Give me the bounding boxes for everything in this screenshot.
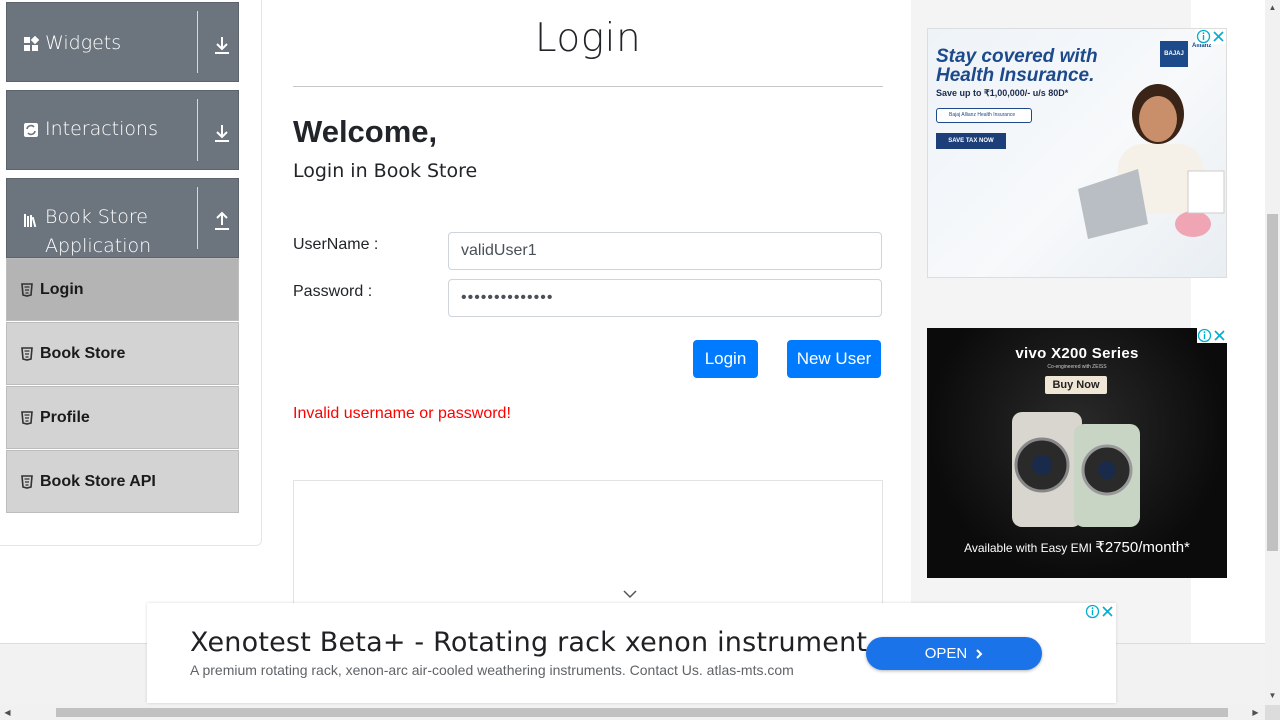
group-interactions[interactable]: Interactions (6, 90, 239, 170)
sidebar-item-label: Book Store API (40, 472, 156, 490)
ad-headline-2: Health Insurance. (936, 65, 1095, 86)
group-interactions-label: Interactions (45, 118, 158, 140)
sidebar-item-label: Login (40, 280, 84, 298)
ad-close-icon[interactable] (1100, 604, 1115, 619)
username-input[interactable] (448, 232, 882, 270)
sidebar-item-book-store[interactable]: Book Store (6, 322, 239, 385)
ad-close-icon[interactable] (1211, 29, 1226, 44)
html5-icon (21, 474, 33, 489)
username-label: UserName : (293, 236, 379, 253)
vertical-scroll-thumb[interactable] (1267, 214, 1278, 551)
output-panel (293, 480, 883, 620)
sidebar-item-book-store-api[interactable]: Book Store API (6, 450, 239, 513)
upload-arrow-icon[interactable] (212, 210, 232, 232)
password-input[interactable] (448, 279, 882, 317)
ad-info-icon[interactable] (1085, 604, 1100, 619)
group-book-store-label-line2: Application (45, 235, 152, 257)
scroll-down-icon[interactable]: ▼ (1265, 688, 1280, 703)
error-message: Invalid username or password! (293, 405, 511, 422)
ad-brand-logo: BAJAJ (1160, 41, 1188, 67)
divider (197, 11, 198, 73)
bottom-ad-open-button[interactable]: OPEN (866, 637, 1042, 670)
login-button[interactable]: Login (693, 340, 758, 378)
sidebar-item-profile[interactable]: Profile (6, 386, 239, 449)
books-icon (24, 214, 37, 228)
chevron-right-icon (976, 648, 983, 659)
html5-icon (21, 410, 33, 425)
ad-emi-price: ₹2750/month* (1095, 539, 1190, 556)
html5-icon (21, 346, 33, 361)
vivo-phone-ad[interactable]: vivo X200 Series Co-engineered with ZEIS… (927, 328, 1227, 578)
phone-image (1012, 412, 1140, 527)
interactions-icon (24, 123, 38, 137)
download-arrow-icon[interactable] (212, 34, 232, 56)
group-widgets[interactable]: Widgets (6, 2, 239, 82)
divider (197, 99, 198, 161)
html5-icon (21, 282, 33, 297)
bottom-ad-description: A premium rotating rack, xenon-arc air-c… (190, 662, 794, 678)
horizontal-scrollbar[interactable]: ◀ ▶ (0, 705, 1265, 720)
ad-cta-button[interactable]: SAVE TAX NOW (936, 133, 1006, 149)
login-subtitle: Login in Book Store (293, 160, 478, 182)
group-widgets-label: Widgets (45, 32, 122, 54)
ad-offer: Save up to ₹1,00,000/- u/s 80D* (936, 88, 1069, 98)
welcome-heading: Welcome, (293, 114, 438, 149)
ad-info-icon[interactable] (1196, 29, 1211, 44)
title-divider (293, 86, 883, 87)
left-panel: Widgets Interactions Book Store Applicat… (0, 0, 262, 546)
page-title: Login (534, 16, 642, 61)
open-button-label: OPEN (924, 645, 968, 662)
ad-info-icon[interactable] (1197, 328, 1212, 343)
ad-headline-1: Stay covered with (936, 46, 1098, 67)
bottom-banner-ad[interactable]: Xenotest Beta+ - Rotating rack xenon ins… (147, 603, 1116, 703)
ad-buy-now-button[interactable]: Buy Now (1045, 376, 1107, 394)
ad-vivo-subtitle: Co-engineered with ZEISS (1047, 364, 1107, 370)
sidebar-item-label: Book Store (40, 344, 126, 362)
sidebar-item-label: Profile (40, 408, 90, 426)
ad-vivo-title: vivo X200 Series (1015, 345, 1139, 362)
horizontal-scroll-thumb[interactable] (56, 708, 1228, 717)
bottom-ad-title[interactable]: Xenotest Beta+ - Rotating rack xenon ins… (190, 627, 867, 658)
ad-search-pill: Bajaj Allianz Health Insurance (936, 108, 1032, 123)
download-arrow-icon[interactable] (212, 122, 232, 144)
group-book-store-application[interactable]: Book Store Application (6, 178, 239, 258)
scroll-right-icon[interactable]: ▶ (1248, 705, 1263, 720)
ad-emi-text: Available with Easy EMI (964, 541, 1092, 555)
divider (197, 187, 198, 249)
chevron-down-icon (623, 590, 637, 599)
ad-close-icon[interactable] (1212, 328, 1227, 343)
sidebar-item-login[interactable]: Login (6, 258, 239, 321)
vertical-scrollbar[interactable]: ▲ ▼ (1265, 0, 1280, 705)
scrollbar-corner (1265, 705, 1280, 720)
scroll-left-icon[interactable]: ◀ (0, 705, 15, 720)
scroll-up-icon[interactable]: ▲ (1265, 0, 1280, 15)
widgets-icon (24, 36, 39, 51)
password-label: Password : (293, 283, 373, 300)
health-insurance-ad[interactable]: Stay covered with Health Insurance. Save… (927, 28, 1227, 278)
group-book-store-label-line1: Book Store (45, 206, 148, 228)
woman-laptop-image (1078, 84, 1225, 239)
new-user-button[interactable]: New User (787, 340, 881, 378)
